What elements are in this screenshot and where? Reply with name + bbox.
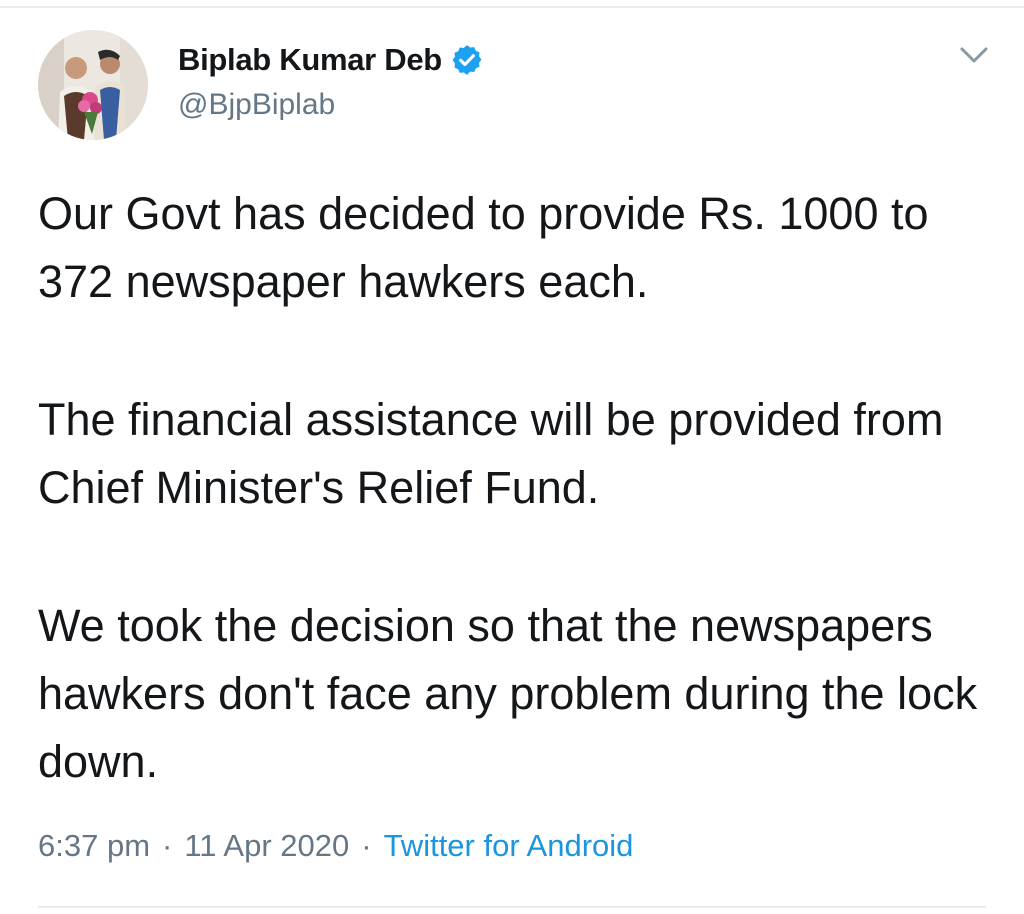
chevron-down-icon[interactable] — [956, 40, 992, 68]
tweet-metadata: 6:37 pm · 11 Apr 2020 · Twitter for Android — [38, 828, 633, 864]
avatar-photo-icon — [38, 30, 148, 140]
verified-badge-icon — [450, 43, 484, 77]
tweet-paragraph: We took the decision so that the newspap… — [38, 600, 978, 787]
top-divider — [0, 6, 1024, 8]
meta-separator: · — [162, 828, 173, 863]
tweet-paragraph: The financial assistance will be provide… — [38, 394, 944, 513]
tweet-time[interactable]: 6:37 pm — [38, 828, 150, 863]
tweet-text: Our Govt has decided to provide Rs. 1000… — [38, 180, 998, 796]
user-handle[interactable]: @BjpBiplab — [178, 88, 335, 122]
author-row[interactable]: Biplab Kumar Deb — [178, 38, 484, 82]
tweet-date[interactable]: 11 Apr 2020 — [184, 828, 349, 863]
tweet-paragraph: Our Govt has decided to provide Rs. 1000… — [38, 188, 929, 307]
meta-separator: · — [361, 828, 372, 863]
tweet-source-link[interactable]: Twitter for Android — [384, 828, 634, 863]
bottom-divider — [38, 906, 986, 908]
tweet-detail-view: Biplab Kumar Deb @BjpBiplab Our Govt has… — [0, 0, 1024, 914]
avatar[interactable] — [38, 30, 148, 140]
display-name[interactable]: Biplab Kumar Deb — [178, 42, 442, 78]
